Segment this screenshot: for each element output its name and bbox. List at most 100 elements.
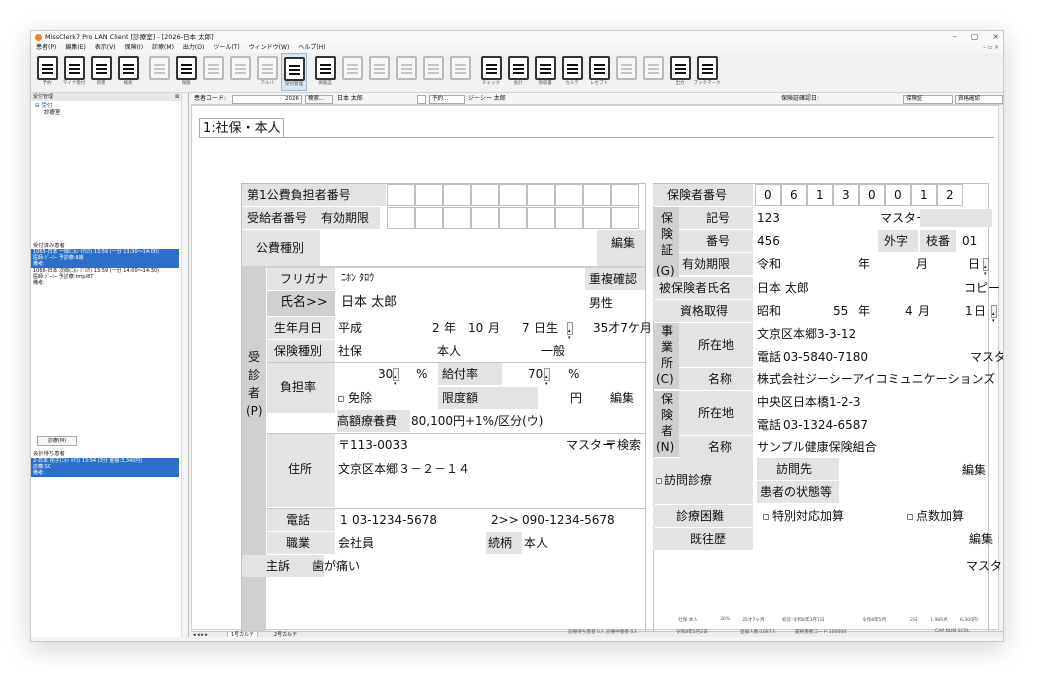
jukyusha-digit-box[interactable] — [443, 207, 471, 229]
jig-tel-value[interactable]: 03-5840-7180 — [783, 346, 868, 368]
menjo-check[interactable] — [338, 387, 346, 409]
toolbar-mado-button[interactable]: マイナ受付 — [61, 53, 87, 91]
hokensha-digit[interactable]: 0 — [764, 184, 772, 206]
shikaku-month[interactable]: 4 — [905, 300, 913, 322]
menu-item[interactable]: 患者(P) — [36, 43, 56, 53]
shuso-value[interactable]: 歯が痛い — [312, 555, 360, 577]
toolbar-e-button[interactable]: アルバ — [254, 53, 280, 91]
hihokensha-value[interactable]: 日本 太郎 — [757, 277, 809, 299]
kohi1-digit-box[interactable] — [611, 184, 639, 206]
toolbar-cal-button[interactable] — [339, 53, 365, 91]
toolbar-karte-button[interactable]: カルテ — [559, 53, 585, 91]
kohi1-digit-box[interactable] — [527, 184, 555, 206]
hkn-addr-value[interactable]: 中央区日本橋1-2-3 — [757, 391, 861, 413]
tel1-value[interactable]: 03-1234-5678 — [352, 509, 437, 531]
toolbar-kaikei-button[interactable]: 会計 — [505, 53, 531, 91]
hkn-tel-value[interactable]: 03-1324-6587 — [783, 414, 868, 436]
toolbar-l-button[interactable] — [613, 53, 639, 91]
mdi-controls[interactable]: – ▫ × — [983, 43, 999, 53]
hokensha-digit[interactable]: 0 — [868, 184, 876, 206]
zip-search-button[interactable]: 〒検索 — [605, 434, 641, 456]
yoyaku-button[interactable]: 予約... — [429, 94, 465, 104]
kohi1-digit-box[interactable] — [471, 184, 499, 206]
hoken-shubetsu-select[interactable]: 社保 — [338, 340, 362, 362]
toolbar-m-button[interactable] — [640, 53, 666, 91]
menu-item[interactable]: 表示(V) — [95, 43, 116, 53]
futan-spin[interactable] — [391, 363, 399, 395]
toolbar-c-button[interactable] — [200, 53, 226, 91]
jukyusha-digit-box[interactable] — [415, 207, 443, 229]
toolbar-hokensho-button[interactable]: 保険証 — [312, 53, 338, 91]
birth-year[interactable]: 2 — [432, 317, 440, 339]
minimize-button[interactable]: – — [953, 31, 957, 43]
toolbar-k-button[interactable] — [447, 53, 473, 91]
kyufu-value[interactable]: 70 — [528, 363, 543, 385]
shinryo-button[interactable]: 診療(M) — [37, 436, 77, 446]
hokensha-digit[interactable]: 2 — [946, 184, 954, 206]
toolbar-hoken-button[interactable]: 保険 — [173, 53, 199, 91]
sex-select[interactable]: 男性 — [589, 292, 613, 314]
close-button[interactable]: × — [992, 31, 999, 43]
chofuku-button[interactable]: 重複確認 — [589, 268, 637, 290]
shimei-value[interactable]: 日本 太郎 — [341, 292, 397, 314]
hokensho-button[interactable]: 保険証 — [903, 94, 953, 104]
jig-addr-value[interactable]: 文京区本郷3-3-12 — [757, 323, 856, 345]
edaban-value[interactable]: 01 — [962, 230, 977, 252]
hokensha-digit[interactable]: 6 — [790, 184, 798, 206]
kohi1-dropdown[interactable]: ⌄ — [338, 184, 345, 208]
jukyusha-digit-box[interactable] — [387, 207, 415, 229]
menu-item[interactable]: ヘルプ(H) — [298, 43, 325, 53]
menu-item[interactable]: 保険(I) — [125, 43, 143, 53]
toolbar-ryoshu-button[interactable]: 領収書 — [532, 53, 558, 91]
menu-item[interactable]: 編集(E) — [65, 43, 85, 53]
search-button[interactable]: 検索... — [305, 94, 333, 104]
kigo-value[interactable]: 123 — [757, 207, 780, 229]
birth-spin[interactable] — [565, 317, 573, 349]
tensu-check[interactable] — [907, 505, 915, 527]
maximize-button[interactable]: ▢ — [971, 31, 979, 43]
toolbar-uketsuke-button[interactable]: 受付管理 — [281, 53, 307, 91]
menu-item[interactable]: 診療(M) — [152, 43, 174, 53]
ippan-select[interactable]: 一般 — [541, 340, 565, 362]
menu-item[interactable]: 出力(O) — [183, 43, 204, 53]
shikaku-gengo[interactable]: 昭和 — [757, 300, 781, 322]
jukyusha-digit-box[interactable] — [471, 207, 499, 229]
kohi1-digit-box[interactable] — [387, 184, 415, 206]
shikaku-spin[interactable] — [989, 300, 997, 332]
kohi1-digit-box[interactable] — [555, 184, 583, 206]
jukyusha-digit-box[interactable] — [527, 207, 555, 229]
jig-master-button[interactable]: マスター — [970, 346, 1003, 368]
shikaku-day[interactable]: 1 — [965, 300, 973, 322]
toolbar-shinki-button[interactable]: 新患 — [88, 53, 114, 91]
shimei-label[interactable]: 氏名>> — [280, 292, 328, 314]
hokensha-digit[interactable]: 1 — [920, 184, 928, 206]
bango-value[interactable]: 456 — [757, 230, 780, 252]
hokensha-digit[interactable]: 3 — [842, 184, 850, 206]
jukyusha-digit-box[interactable] — [499, 207, 527, 229]
panel-scrollbar[interactable] — [181, 93, 188, 637]
toolbar-shutsuryoku-button[interactable]: 出力 — [667, 53, 693, 91]
patient-list-item[interactable]: 2-日本 花子(ﾆﾎﾝ ﾊﾅｺ) 13:54 (3分 金額:3,340円) 診療:… — [31, 458, 179, 477]
birth-day[interactable]: 7 — [522, 317, 530, 339]
patient-list-item[interactable]: 1065-日本 一郎(ﾆﾎﾝ ｲﾁﾛｳ) 13:59 (一分 13:30～14:… — [31, 249, 179, 268]
gaiji-button[interactable]: 外字 — [884, 230, 908, 252]
shikaku-year[interactable]: 55 — [833, 300, 848, 322]
birth-gengo[interactable]: 平成 — [338, 317, 362, 339]
kioreki-edit-button[interactable]: 編集 — [969, 528, 993, 550]
toolbar-i-button[interactable] — [393, 53, 419, 91]
jukyusha-digit-box[interactable] — [583, 207, 611, 229]
kohi1-digit-box[interactable] — [499, 184, 527, 206]
toolbar-d-button[interactable] — [227, 53, 253, 91]
yuko-gengo[interactable]: 令和 — [757, 253, 781, 275]
kohi1-digit-box[interactable] — [443, 184, 471, 206]
zokugara-select[interactable]: 本人 — [524, 532, 548, 554]
kohi1-digit-box[interactable] — [415, 184, 443, 206]
jukyusha-digit-box[interactable] — [555, 207, 583, 229]
toolbar-receipt-button[interactable]: レセプト — [586, 53, 612, 91]
hokensha-digit[interactable]: 0 — [894, 184, 902, 206]
shuso-master-button[interactable]: マスター — [966, 555, 1003, 577]
copy-button[interactable]: コピー — [964, 277, 1000, 299]
toolbar-j-button[interactable] — [420, 53, 446, 91]
address-value[interactable]: 文京区本郷３－２－１４ — [338, 458, 470, 480]
yuko-spin[interactable] — [981, 253, 989, 285]
